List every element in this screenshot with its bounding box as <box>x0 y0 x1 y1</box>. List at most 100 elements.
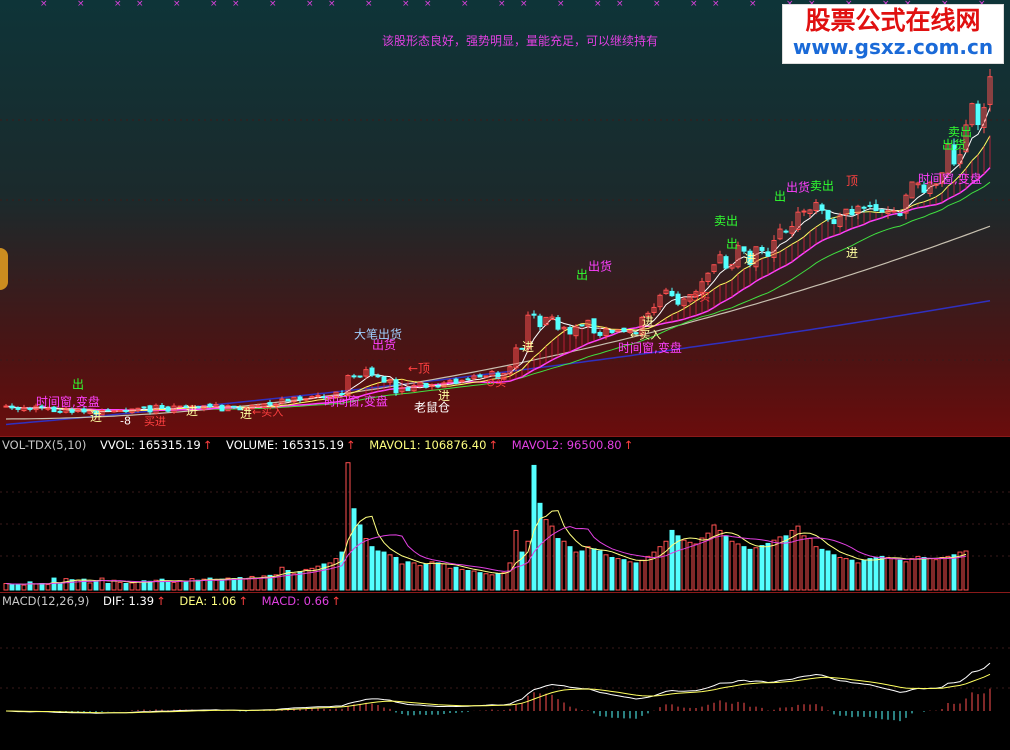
candle-body <box>405 387 411 392</box>
volume-bar <box>795 525 801 591</box>
signal-label: 进 <box>522 340 534 354</box>
candle-body <box>231 405 237 408</box>
candle-body <box>159 405 165 409</box>
candle-body <box>207 403 213 407</box>
candle-body <box>873 204 879 212</box>
volume-bar <box>279 566 285 591</box>
candle-body <box>9 405 15 409</box>
volume-bar <box>555 538 561 591</box>
volume-bar <box>255 577 261 591</box>
candle-body <box>819 204 825 211</box>
volume-bar <box>783 535 789 591</box>
volume-bar <box>933 559 939 591</box>
volume-bar <box>477 572 483 591</box>
volume-bar <box>459 568 465 591</box>
candle-body <box>81 408 87 413</box>
volume-bar <box>891 558 897 591</box>
candle-body <box>741 246 747 252</box>
side-panel-toggle[interactable] <box>0 248 8 290</box>
volume-bar <box>729 540 735 591</box>
signal-label: ←买入 <box>252 405 283 418</box>
candle-body <box>597 331 603 336</box>
volume-bar <box>621 559 627 591</box>
ma5-line <box>5 107 991 413</box>
top-marker: × <box>520 0 528 9</box>
signal-label: 进 <box>846 246 858 260</box>
candle-body <box>141 406 147 409</box>
volume-bar <box>867 558 873 591</box>
signal-label: 顶 <box>846 174 858 188</box>
volume-bar <box>345 462 351 591</box>
top-marker: × <box>461 0 469 9</box>
volume-bar <box>777 536 783 591</box>
volume-bar <box>369 546 375 591</box>
volume-bar <box>3 583 9 591</box>
volume-bar <box>195 579 201 591</box>
volume-bar <box>21 584 27 591</box>
candle-body <box>147 405 153 413</box>
candle-body <box>783 230 789 233</box>
volume-bar <box>123 583 129 591</box>
volume-bar <box>243 578 249 591</box>
signal-label: 卖出 <box>714 214 738 228</box>
volume-bar <box>633 562 639 591</box>
signal-label: 进 <box>438 389 450 403</box>
top-marker: × <box>232 0 240 9</box>
volume-bar <box>15 583 21 591</box>
volume-bar <box>699 537 705 591</box>
candle-body <box>891 210 897 213</box>
volume-bar <box>183 581 189 591</box>
volume-chart <box>0 462 1010 591</box>
candle-body <box>165 406 171 412</box>
volume-bar <box>471 570 477 591</box>
volume-bar <box>423 563 429 591</box>
top-marker: × <box>557 0 565 9</box>
candle-body <box>579 324 585 327</box>
candle-body <box>423 382 429 388</box>
volume-bar <box>27 581 33 591</box>
signal-label: 进 <box>642 314 654 328</box>
signal-label: ⊙买 <box>690 291 710 304</box>
candle-body <box>351 375 357 378</box>
volume-bar <box>861 559 867 591</box>
top-marker: × <box>306 0 314 9</box>
volume-bar <box>213 579 219 591</box>
volume-bar <box>591 548 597 591</box>
volume-bar <box>9 584 15 591</box>
candle-body <box>465 378 471 381</box>
volume-bar <box>363 538 369 591</box>
dea-value: DEA: 1.06 ↑ <box>179 594 248 608</box>
volume-bar <box>339 551 345 591</box>
signal-label: 卖出 <box>948 125 972 139</box>
volume-bar <box>687 541 693 591</box>
vvol-value: VVOL: 165315.19 ↑ <box>100 438 213 452</box>
volume-bar <box>765 542 771 591</box>
volume-bar <box>771 539 777 591</box>
top-marker: × <box>498 0 506 9</box>
volume-bar <box>717 529 723 591</box>
volume-bar <box>939 557 945 591</box>
volume-bar <box>657 546 663 591</box>
candle-body <box>393 379 399 394</box>
top-marker: × <box>136 0 144 9</box>
signal-label: 进 <box>240 407 252 421</box>
signal-label: ←买入 <box>630 329 661 342</box>
signal-label: 出货 <box>786 179 810 194</box>
volume-bar <box>435 562 441 591</box>
volume-bar <box>303 568 309 591</box>
top-marker: × <box>594 0 602 9</box>
price-panel[interactable]: 出时间窗,变盘进-8买进进进←买入$时间窗,变盘大笔出货出货←顶老鼠仓进⊙买进出… <box>0 0 1010 466</box>
signal-label: 时间窗,变盘 <box>36 394 100 409</box>
volume-bar <box>843 558 849 591</box>
volume-bar <box>87 582 93 591</box>
candle-body <box>57 410 63 413</box>
volume-bar <box>735 543 741 591</box>
signal-label: 进 <box>744 252 756 266</box>
volume-bar <box>291 573 297 591</box>
volume-bar <box>465 570 471 591</box>
volume-bar <box>561 540 567 591</box>
volume-bar <box>753 547 759 591</box>
signal-label: 进 <box>90 410 102 424</box>
volume-bar <box>627 561 633 591</box>
top-marker: × <box>365 0 373 9</box>
